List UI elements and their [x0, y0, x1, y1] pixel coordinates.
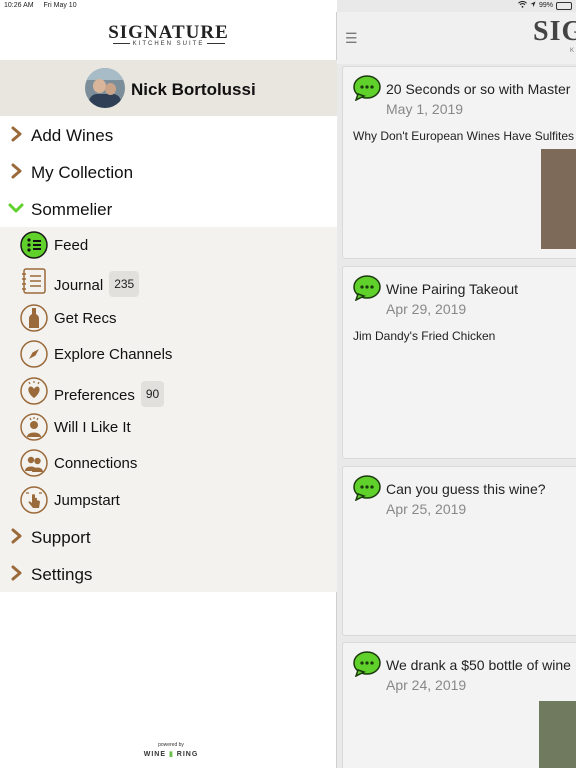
card-date: Apr 25, 2019 — [386, 501, 467, 517]
brand-logo-sub: KITCHEN SUITE — [129, 41, 208, 47]
submenu-item-label: Journal 235 — [54, 271, 140, 299]
connections-icon — [20, 449, 48, 478]
menu-item-support[interactable]: Support — [0, 518, 337, 556]
main-menu: Add Wines My Collection Sommelier Feed J… — [0, 116, 337, 593]
chat-bubble-icon — [353, 275, 381, 301]
chat-bubble-icon — [353, 75, 381, 101]
bottle-icon — [20, 304, 48, 332]
tap-icon — [20, 485, 48, 514]
feed-brand-logo: SIG — [533, 16, 576, 47]
preferences-label: Preferences — [54, 386, 135, 404]
card-date: Apr 29, 2019 — [386, 301, 467, 317]
card-date: Apr 24, 2019 — [386, 677, 467, 693]
feed-card[interactable]: 20 Seconds or so with Master May 1, 2019… — [342, 66, 576, 259]
card-image — [541, 149, 576, 249]
card-subtitle: Jim Dandy's Fried Chicken — [353, 329, 496, 343]
brand-logo: SIGNATURE KITCHEN SUITE — [0, 12, 337, 60]
person-idea-icon — [20, 413, 48, 441]
chevron-down-icon — [8, 203, 24, 213]
side-drawer: SIGNATURE KITCHEN SUITE Nick Bortolussi … — [0, 12, 337, 768]
battery-percent: 99% — [538, 2, 553, 9]
compass-icon — [20, 340, 48, 368]
submenu-item-label: Explore Channels — [54, 346, 173, 364]
profile-name: Nick Bortolussi — [131, 80, 256, 99]
feed-card[interactable]: We drank a $50 bottle of wine Apr 24, 20… — [342, 642, 576, 768]
submenu-item-jumpstart[interactable]: Jumpstart — [0, 482, 337, 518]
bottle-logo-icon: ▮ — [168, 751, 174, 758]
powered-by-logo: powered by WINE ▮ RING — [136, 742, 206, 758]
location-icon — [530, 1, 536, 10]
hamburger-menu-icon[interactable]: ☰ — [345, 30, 358, 47]
submenu-item-get-recs[interactable]: Get Recs — [0, 300, 337, 336]
wine-text: WINE — [143, 751, 166, 758]
powered-by-text: powered by — [158, 742, 184, 748]
chevron-right-icon — [11, 528, 22, 544]
feed-card[interactable]: Wine Pairing Takeout Apr 29, 2019 Jim Da… — [342, 266, 576, 459]
submenu-item-preferences[interactable]: Preferences 90 — [0, 373, 337, 409]
menu-item-label: Support — [31, 528, 91, 548]
secondary-menu: Support Settings — [0, 518, 337, 593]
submenu-item-label: Preferences 90 — [54, 380, 165, 409]
menu-item-my-collection[interactable]: My Collection — [0, 153, 337, 190]
card-title: We drank a $50 bottle of wine — [386, 657, 571, 673]
submenu-item-label: Jumpstart — [54, 491, 120, 509]
card-title: 20 Seconds or so with Master — [386, 81, 571, 97]
card-title: Wine Pairing Takeout — [386, 281, 519, 297]
menu-item-sommelier[interactable]: Sommelier — [0, 190, 337, 227]
avatar — [85, 68, 125, 108]
submenu-item-connections[interactable]: Connections — [0, 445, 337, 481]
status-time: 10:26 AM — [4, 2, 34, 9]
chevron-right-icon — [11, 163, 22, 179]
card-subtitle: Why Don't European Wines Have Sulfites — [353, 129, 575, 143]
feed-card[interactable]: Can you guess this wine? Apr 25, 2019 — [342, 466, 576, 636]
chevron-right-icon — [11, 565, 22, 581]
chevron-right-icon — [11, 126, 22, 142]
journal-icon — [22, 268, 46, 295]
submenu-item-label: Connections — [54, 455, 138, 473]
sommelier-submenu: Feed Journal 235 Get Recs Explore Channel… — [0, 227, 337, 519]
menu-item-label: My Collection — [31, 163, 134, 182]
menu-item-label: Sommelier — [31, 200, 113, 219]
preferences-count-badge: 90 — [140, 380, 165, 407]
chat-bubble-icon — [353, 651, 381, 677]
journal-label: Journal — [54, 277, 104, 295]
submenu-item-explore-channels[interactable]: Explore Channels — [0, 336, 337, 372]
submenu-item-label: Will I Like It — [54, 418, 131, 436]
menu-item-label: Settings — [31, 565, 93, 585]
card-image — [539, 701, 576, 768]
status-bar: 10:26 AM Fri May 10 99% — [0, 0, 576, 12]
card-date: May 1, 2019 — [386, 101, 464, 117]
submenu-item-label: Feed — [54, 237, 89, 254]
status-date: Fri May 10 — [43, 2, 77, 9]
profile-header[interactable]: Nick Bortolussi — [0, 60, 337, 116]
card-title: Can you guess this wine? — [386, 481, 546, 497]
menu-item-settings[interactable]: Settings — [0, 555, 337, 593]
submenu-item-will-i-like-it[interactable]: Will I Like It — [0, 409, 337, 445]
feed-panel: ☰ SIG K 20 Seconds or so with Master May… — [337, 0, 576, 768]
submenu-item-journal[interactable]: Journal 235 — [0, 263, 337, 299]
journal-count-badge: 235 — [109, 271, 140, 298]
menu-item-add-wines[interactable]: Add Wines — [0, 116, 337, 153]
menu-item-label: Add Wines — [31, 126, 114, 145]
feed-brand-sub: K — [570, 48, 576, 54]
heart-icon — [20, 376, 48, 405]
feed-icon — [20, 231, 48, 259]
chat-bubble-icon — [353, 475, 381, 501]
ring-text: RING — [176, 751, 199, 758]
wifi-icon — [518, 0, 527, 10]
submenu-item-label: Get Recs — [54, 309, 117, 327]
battery-icon — [556, 1, 572, 10]
submenu-item-feed[interactable]: Feed — [0, 227, 337, 263]
